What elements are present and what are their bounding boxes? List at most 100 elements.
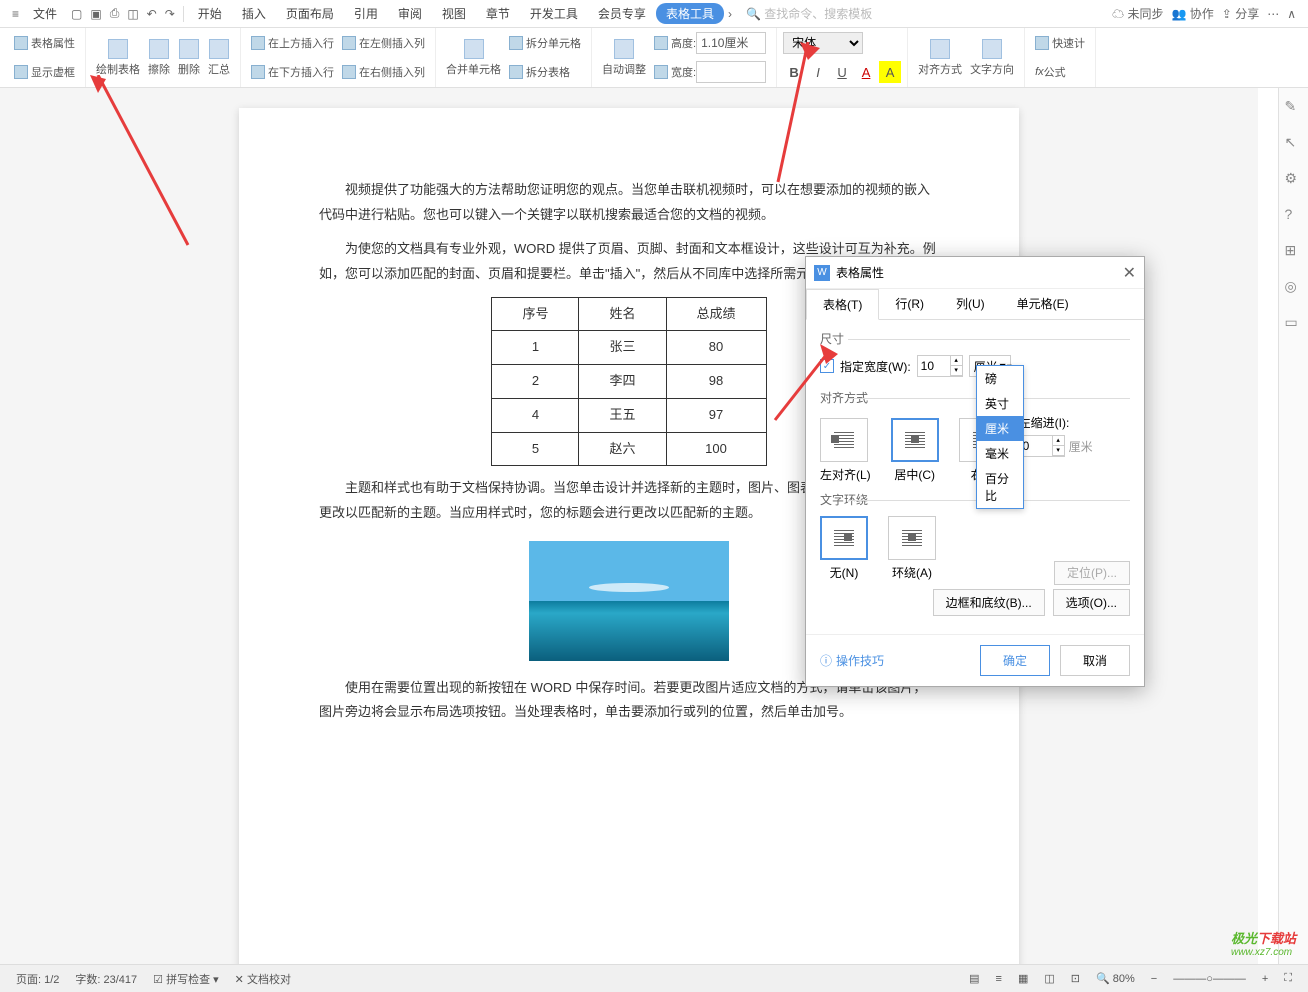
border-shading-button[interactable]: 边框和底纹(B)... [933,589,1045,616]
page-indicator[interactable]: 页面: 1/2 [8,971,67,987]
view-web-icon[interactable]: ▦ [1010,972,1036,985]
zoom-slider[interactable]: ———○——— [1165,973,1254,985]
tab-cell[interactable]: 单元格(E) [1001,289,1085,319]
eraser-button[interactable]: 擦除 [144,37,174,79]
location-icon[interactable]: ◎ [1285,278,1303,296]
insert-right-button[interactable]: 在右侧插入列 [338,62,429,82]
dd-item-mm[interactable]: 毫米 [977,441,1023,466]
width-input[interactable]: ▴▾ [917,355,963,377]
tab-section[interactable]: 章节 [476,5,520,22]
zoom-out-icon[interactable]: − [1143,973,1165,985]
tab-col[interactable]: 列(U) [940,289,1001,319]
annotation-arrow [88,75,208,265]
zoom-level[interactable]: 🔍 80% [1088,972,1143,985]
wrap-around-option[interactable] [888,516,936,560]
wrap-none-option[interactable] [820,516,868,560]
more-tabs-icon[interactable]: › [724,7,736,21]
open-icon[interactable]: ▣ [86,7,105,21]
dd-item-cm[interactable]: 厘米 [977,416,1023,441]
more-icon[interactable]: ⋯ [1263,7,1283,21]
size-section-label: 尺寸 [820,330,1130,347]
tab-ref[interactable]: 引用 [344,5,388,22]
delete-button[interactable]: 删除 [174,37,204,79]
help-icon[interactable]: ? [1285,206,1303,224]
file-menu[interactable]: 文件 [23,5,67,22]
auto-adjust-button[interactable]: 自动调整 [598,37,650,79]
ok-button[interactable]: 确定 [980,645,1050,676]
spell-check[interactable]: ☑ 拼写检查 ▾ [145,971,227,987]
annotation-arrow [770,340,840,430]
summary-button[interactable]: 汇总 [204,37,234,79]
tab-vip[interactable]: 会员专享 [588,5,656,22]
document-image[interactable] [529,541,729,661]
show-grid-button[interactable]: 显示虚框 [10,62,79,82]
pencil-icon[interactable]: ✎ [1285,98,1303,116]
collapse-icon[interactable]: ∧ [1283,7,1300,21]
search-input[interactable]: 🔍 查找命令、搜索模板 [746,5,872,22]
new-icon[interactable]: ▢ [67,7,86,21]
view-print-icon[interactable]: ▤ [961,972,987,985]
print-icon[interactable]: ⎙ [106,6,124,21]
draw-table-button[interactable]: 绘制表格 [92,37,144,79]
cancel-button[interactable]: 取消 [1060,645,1130,676]
tab-start[interactable]: 开始 [188,5,232,22]
split-cell-button[interactable]: 拆分单元格 [505,33,585,53]
toolbox-icon[interactable]: ⊞ [1285,242,1303,260]
tab-view[interactable]: 视图 [432,5,476,22]
fullscreen-icon[interactable]: ⛶ [1276,972,1300,985]
col-width-input[interactable]: 宽度: [650,59,770,85]
doc-proof[interactable]: ✕ 文档校对 [227,971,299,987]
redo-icon[interactable]: ↷ [161,7,179,21]
insert-above-button[interactable]: 在上方插入行 [247,33,338,53]
app-icon: W [814,265,830,281]
fast-calc-button[interactable]: 快速计 [1031,33,1089,53]
help-link[interactable]: 操作技巧 [836,652,884,669]
tab-layout[interactable]: 页面布局 [276,5,344,22]
undo-icon[interactable]: ↶ [143,7,161,21]
screen-icon[interactable]: ▭ [1285,314,1303,332]
align-center-option[interactable] [891,418,939,462]
tab-table[interactable]: 表格(T) [806,289,879,320]
menu-icon[interactable]: ≡ [8,7,23,21]
text-dir-button[interactable]: 文字方向 [966,37,1018,79]
options-button[interactable]: 选项(O)... [1053,589,1130,616]
tab-dev[interactable]: 开发工具 [520,5,588,22]
align-way-button[interactable]: 对齐方式 [914,37,966,79]
coop-button[interactable]: 👥 协作 [1168,5,1218,22]
dd-item-pct[interactable]: 百分比 [977,466,1023,508]
insert-below-button[interactable]: 在下方插入行 [247,62,338,82]
close-icon[interactable]: ✕ [1123,263,1136,283]
wrap-section-label: 文字环绕 [820,491,1130,508]
formula-button[interactable]: fx 公式 [1031,62,1089,82]
row-height-input[interactable]: 高度: 1.10厘米 [650,30,770,56]
insert-left-button[interactable]: 在左侧插入列 [338,33,429,53]
dd-item-inch[interactable]: 英寸 [977,391,1023,416]
view-outline-icon[interactable]: ≡ [988,973,1010,985]
tab-row[interactable]: 行(R) [879,289,940,319]
dd-item-pt[interactable]: 磅 [977,366,1023,391]
preview-icon[interactable]: ◫ [123,7,142,21]
top-menubar: ≡ 文件 ▢ ▣ ⎙ ◫ ↶ ↷ 开始 插入 页面布局 引用 审阅 视图 章节 … [0,0,1308,28]
view-read-icon[interactable]: ◫ [1036,972,1062,985]
table-props-button[interactable]: 表格属性 [10,33,79,53]
word-count[interactable]: 字数: 23/417 [67,971,145,987]
cloud-sync[interactable]: ☁ 未同步 [1108,5,1167,22]
share-button[interactable]: ⇪ 分享 [1218,5,1263,22]
zoom-in-icon[interactable]: + [1254,973,1276,985]
tab-tabletools[interactable]: 表格工具 [656,3,724,24]
document-table[interactable]: 序号姓名总成绩 1张三80 2李四98 4王五97 5赵六100 [491,297,766,466]
tab-review[interactable]: 审阅 [388,5,432,22]
zoom-fit-icon[interactable]: ⊡ [1063,972,1088,985]
indent-input[interactable]: ▴▾ [1019,435,1065,457]
dialog-titlebar[interactable]: W 表格属性 ✕ [806,257,1144,289]
spin-down-icon[interactable]: ▾ [951,366,962,376]
split-table-button[interactable]: 拆分表格 [505,62,585,82]
dialog-title: 表格属性 [836,264,884,281]
settings-icon[interactable]: ⚙ [1285,170,1303,188]
spin-up-icon[interactable]: ▴ [951,356,962,366]
align-section-label: 对齐方式 [820,389,1130,406]
unit-dropdown-list[interactable]: 磅 英寸 厘米 毫米 百分比 [976,365,1024,509]
select-icon[interactable]: ↖ [1285,134,1303,152]
merge-cells-button[interactable]: 合并单元格 [442,37,505,79]
tab-insert[interactable]: 插入 [232,5,276,22]
